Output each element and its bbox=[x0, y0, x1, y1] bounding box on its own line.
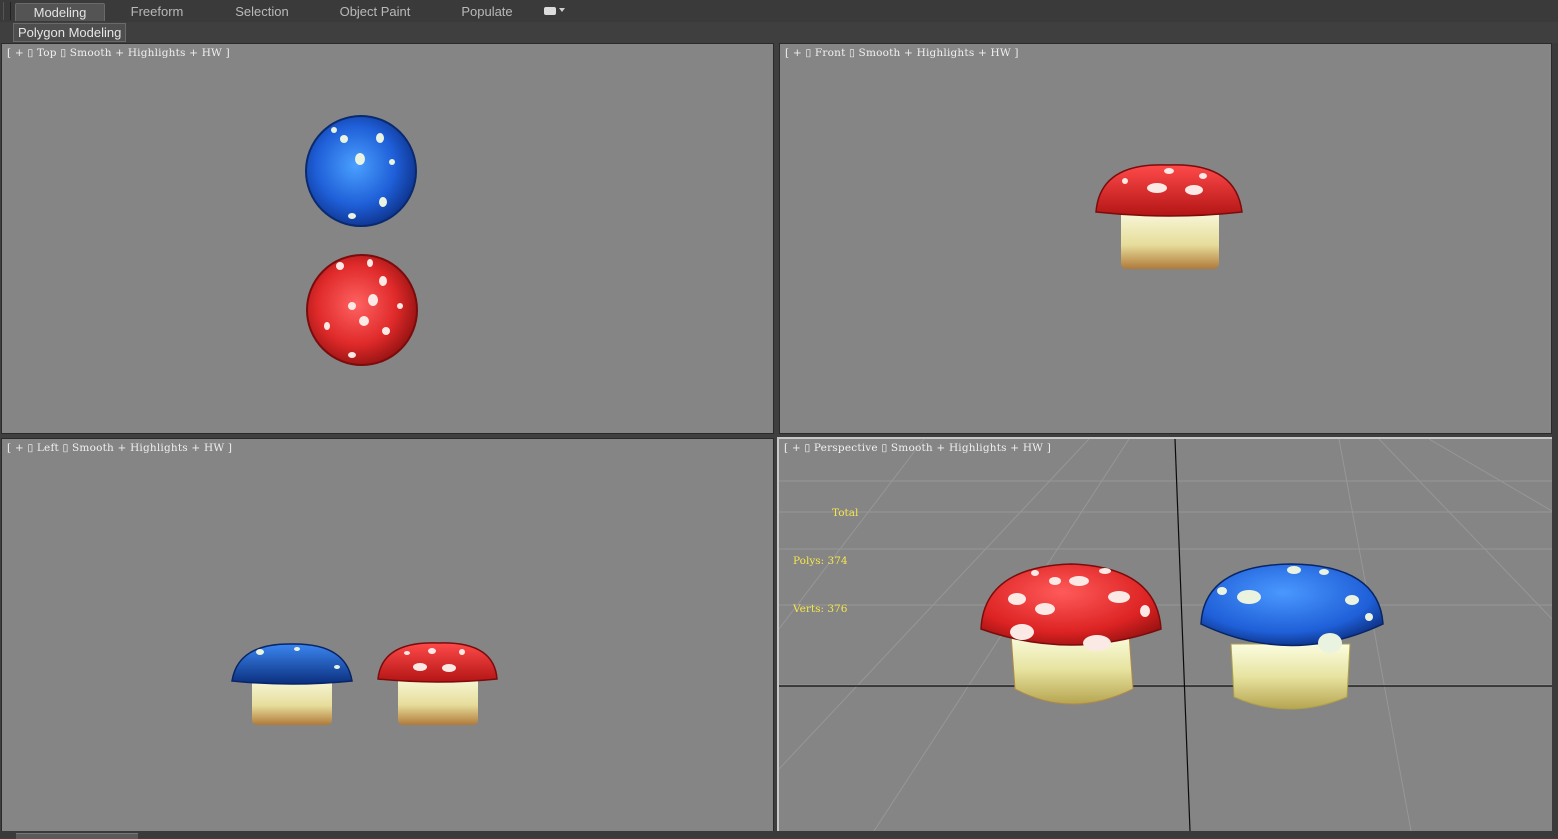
left-view-scene bbox=[231, 642, 498, 725]
polygon-modeling-button[interactable]: Polygon Modeling bbox=[13, 23, 127, 42]
viewport-label-left[interactable]: [ + ▯ Left ▯ Smooth + Highlights + HW ] bbox=[7, 442, 232, 454]
ribbon-tab-bar: Modeling Freeform Selection Object Paint… bbox=[0, 0, 1558, 23]
viewport-perspective[interactable]: [ + ▯ Perspective ▯ Smooth + Highlights … bbox=[777, 437, 1554, 833]
blue-mushroom-top[interactable] bbox=[305, 115, 417, 227]
viewport-top[interactable]: [ + ▯ Top ▯ Smooth + Highlights + HW ] bbox=[1, 43, 774, 434]
viewport-front[interactable]: [ + ▯ Front ▯ Smooth + Highlights + HW ] bbox=[779, 43, 1552, 434]
ribbon-panel-bar: Polygon Modeling bbox=[0, 22, 1558, 42]
stats-title: Total bbox=[832, 507, 859, 519]
front-view-scene bbox=[1095, 164, 1243, 269]
red-mushroom-perspective[interactable] bbox=[980, 563, 1162, 705]
red-mushroom-top[interactable] bbox=[306, 254, 418, 366]
viewport-label-front[interactable]: [ + ▯ Front ▯ Smooth + Highlights + HW ] bbox=[785, 47, 1019, 59]
blue-mushroom-perspective[interactable] bbox=[1200, 563, 1384, 710]
tab-modeling[interactable]: Modeling bbox=[15, 3, 105, 21]
tab-freeform[interactable]: Freeform bbox=[119, 3, 195, 20]
time-slider-strip bbox=[0, 831, 1558, 839]
scene-statistics: Total Polys: 374 Verts: 376 bbox=[793, 473, 858, 649]
red-mushroom-left[interactable] bbox=[377, 642, 498, 725]
viewport-left[interactable]: [ + ▯ Left ▯ Smooth + Highlights + HW ] bbox=[1, 438, 774, 832]
top-view-scene bbox=[305, 115, 418, 366]
red-mushroom-front[interactable] bbox=[1095, 164, 1243, 269]
tab-object-paint[interactable]: Object Paint bbox=[330, 3, 420, 20]
ground-grid bbox=[779, 439, 1552, 831]
viewport-label-perspective[interactable]: [ + ▯ Perspective ▯ Smooth + Highlights … bbox=[784, 442, 1051, 454]
dropdown-menu-icon[interactable] bbox=[544, 5, 566, 17]
time-slider-handle[interactable] bbox=[16, 833, 138, 839]
viewport-label-top[interactable]: [ + ▯ Top ▯ Smooth + Highlights + HW ] bbox=[7, 47, 230, 59]
tab-selection[interactable]: Selection bbox=[222, 3, 302, 20]
tab-populate[interactable]: Populate bbox=[452, 3, 522, 20]
perspective-view-scene bbox=[779, 439, 1552, 831]
stats-verts: Verts: 376 bbox=[793, 603, 848, 615]
viewport-side-scrollbar[interactable] bbox=[1552, 43, 1558, 833]
blue-mushroom-left[interactable] bbox=[231, 643, 353, 725]
stats-polys: Polys: 374 bbox=[793, 555, 848, 567]
ribbon-grip-handle[interactable] bbox=[3, 2, 11, 20]
